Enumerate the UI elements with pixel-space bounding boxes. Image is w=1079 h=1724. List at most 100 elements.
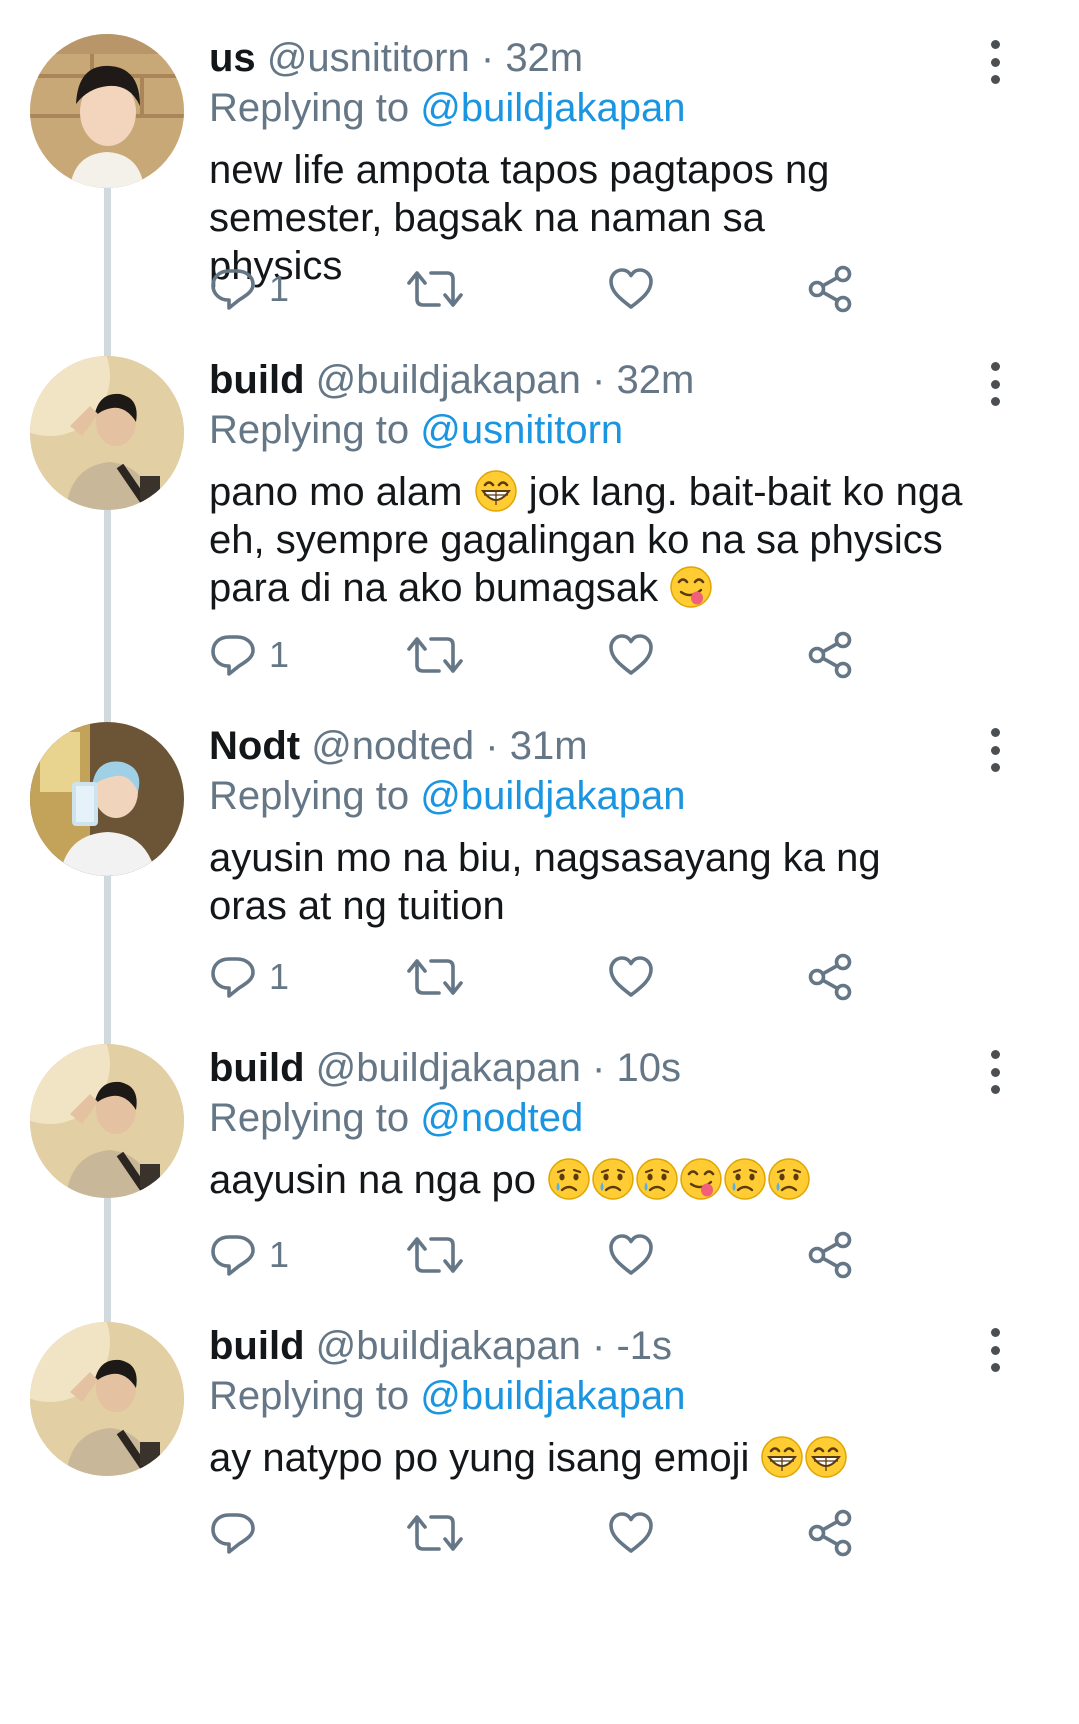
retweet-icon [407,265,463,313]
share-button[interactable] [807,1230,855,1280]
reply-button[interactable]: 1 [209,630,289,680]
avatar[interactable] [30,34,184,188]
grin-emoji [804,1435,848,1479]
more-icon[interactable] [983,40,1007,84]
display-name[interactable]: us [209,36,256,80]
avatar[interactable] [30,356,184,510]
mention-link[interactable]: @buildjakapan [420,1374,685,1418]
yum-emoji [669,565,713,609]
retweet-icon [407,631,463,679]
reply-icon [209,1231,257,1279]
like-icon [607,265,655,313]
retweet-button[interactable] [407,1508,463,1558]
yum-emoji [679,1157,723,1201]
mention-link[interactable]: @nodted [420,1096,583,1140]
timestamp[interactable]: 32m [616,358,694,402]
tweet-actions [209,1508,889,1558]
timestamp[interactable]: 10s [616,1046,681,1090]
user-handle[interactable]: @usnititorn [267,36,470,80]
retweet-button[interactable] [407,264,463,314]
user-handle[interactable]: @buildjakapan [316,1324,581,1368]
timestamp[interactable]: 31m [510,724,588,768]
retweet-button[interactable] [407,630,463,680]
reply-button[interactable]: 1 [209,952,289,1002]
tweet-actions: 1 [209,952,889,1002]
more-icon[interactable] [983,1328,1007,1372]
avatar[interactable] [30,1044,184,1198]
reply-icon [209,631,257,679]
replying-to: Replying to @buildjakapan [209,84,1039,132]
reply-button[interactable]: 1 [209,1230,289,1280]
tweet-text-part: aayusin na nga po [209,1158,548,1202]
display-name[interactable]: build [209,1046,305,1090]
share-button[interactable] [807,264,855,314]
replying-label: Replying to [209,1096,410,1140]
like-icon [607,953,655,1001]
tweet-content: build @buildjakapan · 10s Replying to @n… [209,1044,1039,1204]
more-icon[interactable] [983,728,1007,772]
tweet-actions: 1 [209,630,889,680]
thread-line [104,866,111,1044]
tweet-content: us @usnititorn · 32m Replying to @buildj… [209,34,1039,290]
like-button[interactable] [607,264,655,314]
tweet-text: ayusin mo na biu, nagsasayang ka ng oras… [209,836,892,928]
reply-icon [209,265,257,313]
tweet-text: ay natypo po yung isang emoji [209,1434,969,1482]
share-icon [807,1231,855,1279]
avatar[interactable] [30,1322,184,1476]
more-icon[interactable] [983,362,1007,406]
dot-separator: · [592,1046,606,1090]
reply-button[interactable]: 1 [209,264,289,314]
dot-separator: · [592,358,606,402]
reply-button[interactable] [209,1508,269,1558]
tweet-content: build @buildjakapan · 32m Replying to @u… [209,356,1039,612]
tweet-header: build @buildjakapan · 10s [209,1044,1039,1092]
retweet-icon [407,1231,463,1279]
retweet-button[interactable] [407,952,463,1002]
cry-emoji [767,1157,811,1201]
thread-line [104,178,111,356]
share-button[interactable] [807,952,855,1002]
timestamp[interactable]: 32m [505,36,583,80]
like-button[interactable] [607,1230,655,1280]
replying-label: Replying to [209,1374,410,1418]
share-button[interactable] [807,630,855,680]
retweet-button[interactable] [407,1230,463,1280]
like-button[interactable] [607,1508,655,1558]
mention-link[interactable]: @buildjakapan [420,774,685,818]
user-handle[interactable]: @nodted [311,724,474,768]
like-button[interactable] [607,630,655,680]
tweet-text-part: pano mo alam [209,470,474,514]
avatar[interactable] [30,722,184,876]
timestamp[interactable]: -1s [616,1324,672,1368]
user-handle[interactable]: @buildjakapan [316,358,581,402]
like-icon [607,631,655,679]
cry-emoji [635,1157,679,1201]
tweet-content: build @buildjakapan · -1s Replying to @b… [209,1322,1039,1482]
more-icon[interactable] [983,1050,1007,1094]
reply-count: 1 [269,1234,290,1275]
tweet-text: pano mo alam jok lang. bait-bait ko nga … [209,468,969,612]
share-icon [807,1509,855,1557]
mention-link[interactable]: @usnititorn [420,408,623,452]
reply-count: 1 [269,956,290,997]
display-name[interactable]: build [209,358,305,402]
tweet-header: Nodt @nodted · 31m [209,722,1039,770]
share-icon [807,631,855,679]
thread-line [104,1188,111,1322]
replying-to: Replying to @nodted [209,1094,1039,1142]
share-button[interactable] [807,1508,855,1558]
thread-line [104,500,111,722]
retweet-icon [407,953,463,1001]
tweet-actions: 1 [209,1230,889,1280]
replying-to: Replying to @usnititorn [209,406,1039,454]
tweet-actions: 1 [209,264,889,314]
tweet-text: aayusin na nga po [209,1156,969,1204]
reply-icon [209,953,257,1001]
like-button[interactable] [607,952,655,1002]
user-handle[interactable]: @buildjakapan [316,1046,581,1090]
replying-to: Replying to @buildjakapan [209,772,1039,820]
mention-link[interactable]: @buildjakapan [420,86,685,130]
display-name[interactable]: Nodt [209,724,300,768]
display-name[interactable]: build [209,1324,305,1368]
